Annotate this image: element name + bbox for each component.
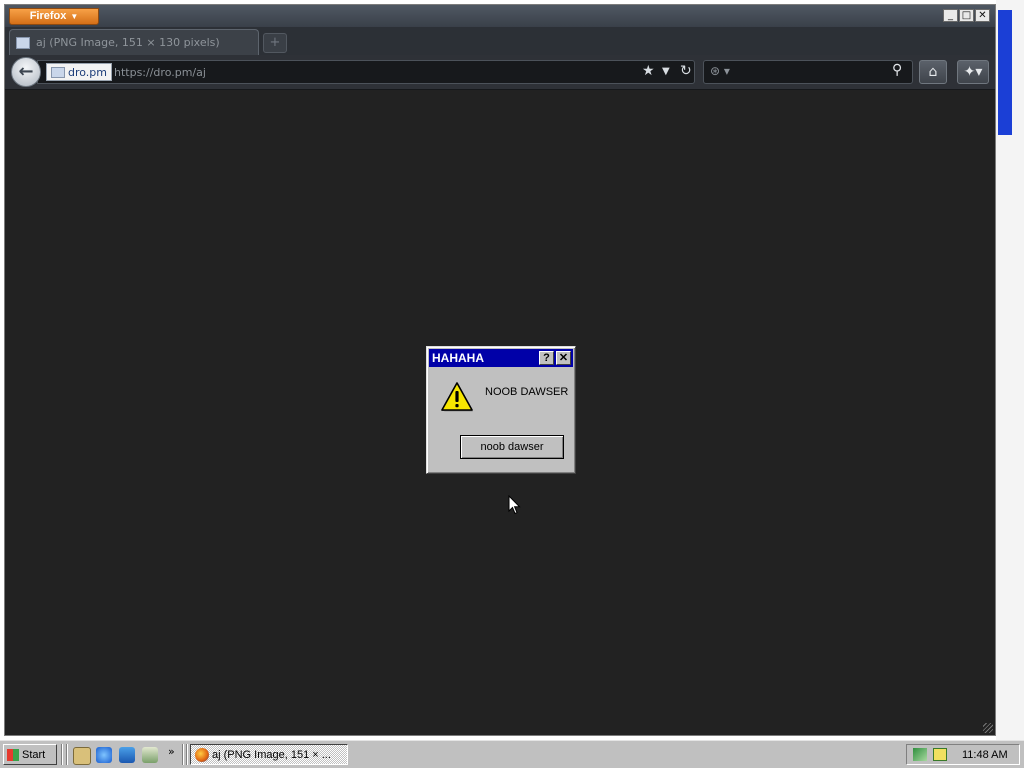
internet-explorer-icon[interactable] — [96, 747, 112, 763]
taskbar-separator — [182, 744, 184, 765]
address-bar[interactable]: dro.pm https://dro.pm/aj ★ ▼ ↻ — [37, 60, 695, 84]
taskbar-separator — [61, 744, 63, 765]
clock[interactable]: 11:48 AM — [962, 749, 1008, 761]
alert-dialog: HAHAHA ? ✕ NOOB DAWSER noob dawser — [426, 346, 576, 474]
minimize-button[interactable]: _ — [943, 9, 958, 22]
tab-strip: aj (PNG Image, 151 × 130 pixels) + — [5, 27, 995, 55]
warning-icon — [441, 382, 473, 412]
quick-launch-more-button[interactable]: » — [168, 745, 175, 758]
outlook-express-icon[interactable] — [119, 747, 135, 763]
firefox-icon — [195, 747, 209, 762]
image-favicon-icon — [51, 66, 65, 78]
back-arrow-icon: ← — [18, 61, 34, 82]
windows-logo-icon — [7, 748, 19, 761]
close-window-button[interactable]: ✕ — [975, 9, 990, 22]
taskbar-item-label: aj (PNG Image, 151 × ... — [212, 748, 331, 761]
start-label: Start — [22, 748, 46, 761]
search-engine-icon[interactable]: ⊛ ▾ — [710, 64, 730, 78]
taskbar-separator — [66, 744, 68, 765]
site-identity-box[interactable]: dro.pm — [46, 63, 112, 81]
plus-icon: + — [269, 35, 281, 50]
dialog-title: HAHAHA — [432, 351, 484, 365]
show-desktop-icon[interactable] — [73, 747, 91, 765]
firefox-menu-button[interactable]: Firefox ▼ — [9, 8, 99, 25]
close-dialog-button[interactable]: ✕ — [556, 351, 571, 365]
tab-active[interactable]: aj (PNG Image, 151 × 130 pixels) — [9, 29, 259, 55]
home-icon: ⌂ — [928, 64, 938, 80]
dialog-message: NOOB DAWSER — [485, 386, 569, 398]
taskbar-item-firefox[interactable]: aj (PNG Image, 151 × ... — [190, 744, 348, 765]
bookmarks-menu-icon: ✦▾ — [963, 64, 983, 80]
window-titlebar: Firefox ▼ _ □ ✕ — [5, 5, 995, 27]
dialog-titlebar[interactable]: HAHAHA ? ✕ — [429, 349, 573, 367]
new-tab-button[interactable]: + — [263, 33, 287, 53]
site-domain: dro.pm — [68, 65, 107, 79]
taskbar: Start » aj (PNG Image, 151 × ... 11:48 A… — [0, 740, 1024, 768]
help-button[interactable]: ? — [539, 351, 554, 365]
network-icon[interactable] — [913, 748, 927, 761]
reload-icon[interactable]: ↻ — [680, 63, 692, 79]
home-button[interactable]: ⌂ — [919, 60, 947, 84]
system-tray: 11:48 AM — [906, 744, 1020, 765]
resize-grip-icon[interactable] — [983, 723, 993, 733]
dropdown-arrow-icon[interactable]: ▼ — [662, 66, 670, 77]
bookmarks-menu-button[interactable]: ✦▾ — [957, 60, 989, 84]
tab-title: aj (PNG Image, 151 × 130 pixels) — [36, 36, 220, 49]
search-icon[interactable]: ⚲ — [892, 62, 902, 78]
navigation-toolbar: dro.pm https://dro.pm/aj ★ ▼ ↻ ← ⊛ ▾ ⚲ ⌂… — [5, 55, 995, 90]
search-box[interactable]: ⊛ ▾ ⚲ — [703, 60, 913, 84]
chevron-down-icon: ▼ — [70, 12, 79, 21]
media-icon[interactable] — [142, 747, 158, 763]
bookmark-star-icon[interactable]: ★ — [642, 63, 655, 79]
mouse-pointer-icon — [508, 495, 521, 515]
url-text: https://dro.pm/aj — [114, 66, 206, 79]
image-favicon-icon — [16, 37, 30, 49]
taskbar-separator — [186, 744, 188, 765]
desktop-window-edge — [998, 10, 1012, 135]
firefox-menu-label: Firefox — [29, 10, 67, 22]
back-button[interactable]: ← — [11, 57, 41, 87]
start-button[interactable]: Start — [3, 744, 57, 765]
security-icon[interactable] — [933, 748, 947, 761]
maximize-button[interactable]: □ — [959, 9, 974, 22]
dialog-ok-button[interactable]: noob dawser — [460, 435, 564, 459]
